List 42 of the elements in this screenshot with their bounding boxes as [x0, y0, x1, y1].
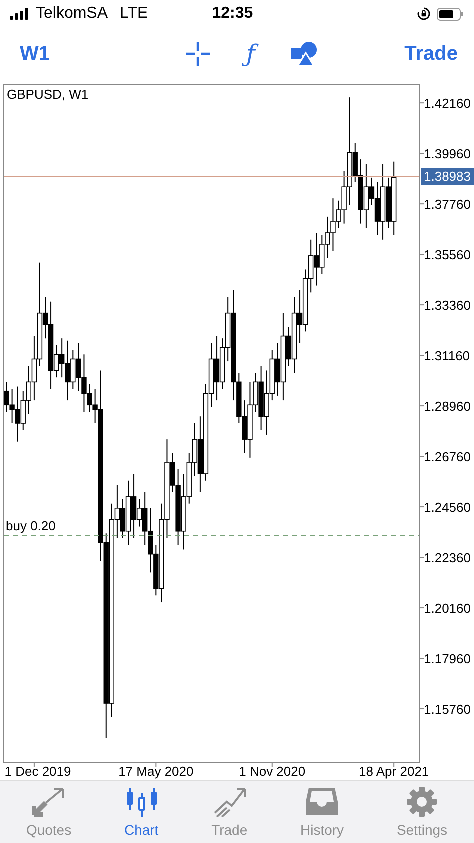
symbol-label: GBPUSD, W1 — [7, 87, 89, 102]
trade-button[interactable]: Trade — [400, 42, 462, 66]
price-label: 1.37760 — [424, 197, 471, 212]
battery-icon — [437, 8, 464, 20]
signal-icon — [10, 8, 30, 20]
price-label: 1.35560 — [424, 248, 471, 263]
carrier-name: TelkomSA — [36, 5, 108, 23]
date-label: 17 May 2020 — [118, 764, 194, 779]
candlestick-icon — [124, 786, 159, 816]
current-price-badge: 1.38983 — [421, 168, 474, 185]
timeframe-button[interactable]: W1 — [16, 42, 54, 66]
arrows-icon — [32, 786, 66, 816]
tab[interactable]: Chart — [120, 784, 163, 840]
network-type: LTE — [120, 5, 148, 23]
price-label: 1.26760 — [424, 450, 471, 465]
tab[interactable]: History — [296, 784, 348, 840]
date-label: 1 Nov 2020 — [239, 764, 306, 779]
price-label: 1.17960 — [424, 652, 471, 667]
settings-icon — [405, 786, 440, 816]
tab[interactable]: Quotes — [22, 784, 76, 840]
price-label: 1.15760 — [424, 702, 471, 718]
price-label: 1.22360 — [424, 550, 471, 566]
date-label: 1 Dec 2019 — [4, 764, 72, 779]
tab[interactable]: Settings — [392, 784, 452, 840]
date-label: 18 Apr 2021 — [359, 764, 430, 779]
price-label: 1.42160 — [424, 96, 471, 112]
rotation-lock-icon — [417, 7, 431, 21]
tab[interactable]: Trade — [208, 784, 252, 840]
trend-arrow-icon — [212, 786, 247, 816]
price-label: 1.31160 — [424, 348, 470, 364]
indicators-button[interactable]: ƒ — [244, 40, 258, 68]
ref-line-label: 1.38983 — [424, 169, 471, 184]
price-label: 1.24560 — [424, 500, 471, 516]
inbox-icon — [305, 786, 340, 816]
crosshair-icon[interactable] — [186, 42, 210, 66]
price-label: 1.33360 — [424, 298, 471, 314]
price-label: 1.39960 — [424, 146, 471, 162]
shapes-icon[interactable] — [291, 42, 318, 66]
clock: 12:35 — [212, 5, 254, 23]
price-label: 1.28960 — [424, 399, 471, 414]
order-label: buy 0.20 — [6, 518, 56, 534]
price-label: 1.20160 — [424, 601, 471, 616]
